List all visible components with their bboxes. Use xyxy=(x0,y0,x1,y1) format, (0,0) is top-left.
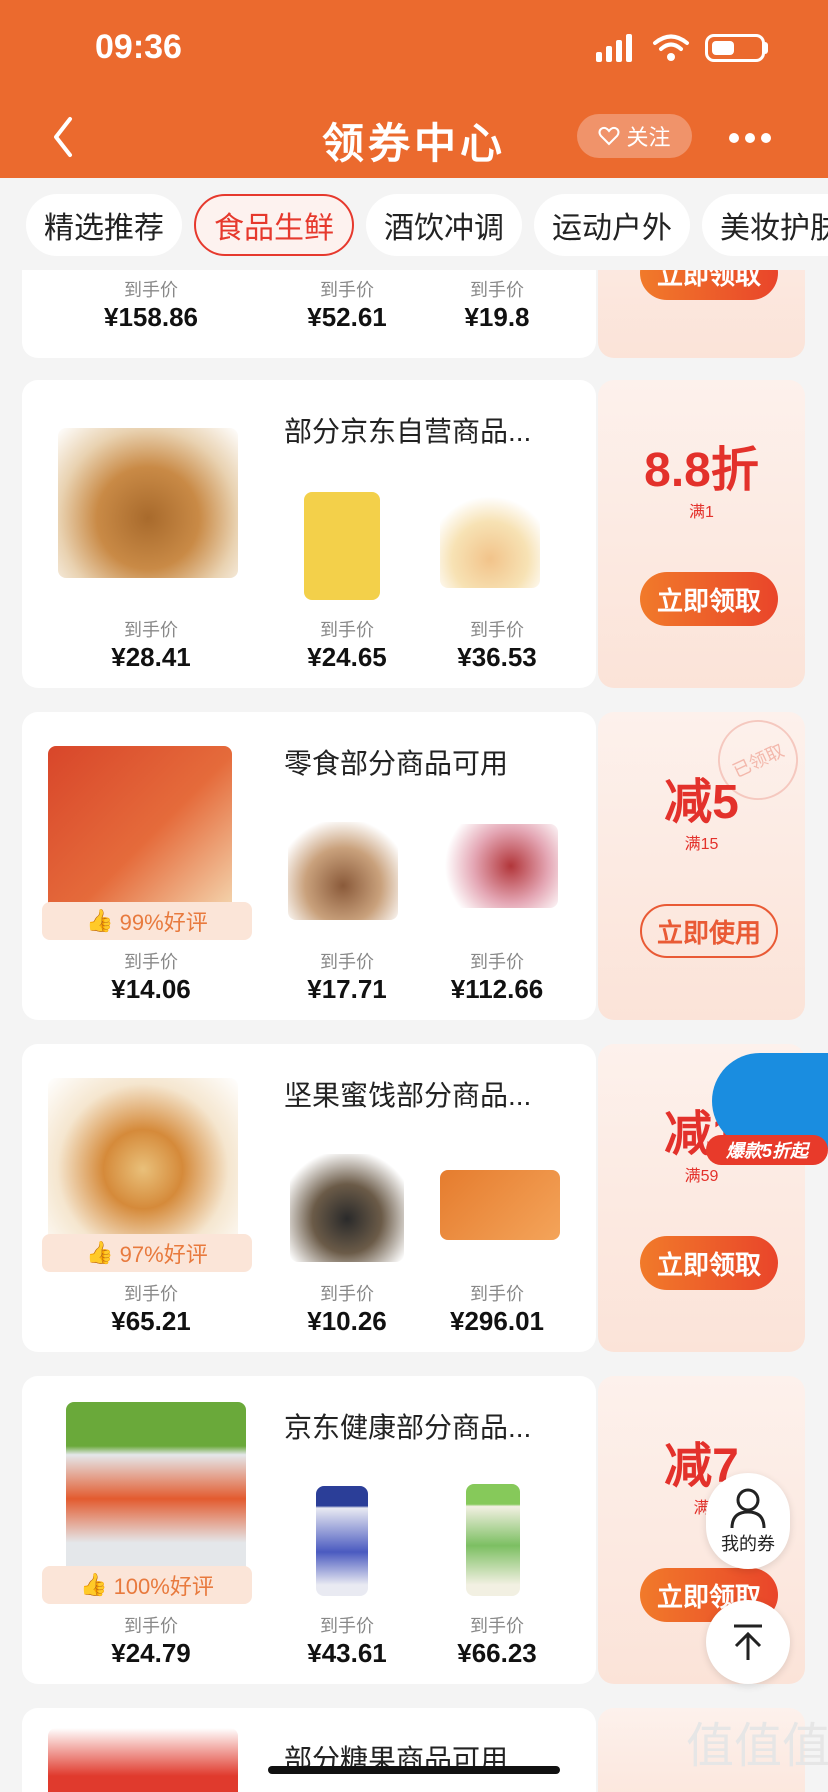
my-coupons-button[interactable]: 我的券 xyxy=(706,1473,790,1569)
rating-text: 99%好评 xyxy=(119,910,208,935)
battery-tip xyxy=(763,42,768,54)
price-value: ¥24.65 xyxy=(307,642,387,672)
heart-plus-icon xyxy=(598,126,620,146)
home-indicator xyxy=(268,1766,560,1774)
price-value: ¥14.06 xyxy=(111,974,191,1004)
follow-label: 关注 xyxy=(626,125,671,150)
use-button[interactable]: 立即使用 xyxy=(640,904,778,958)
price-value: ¥19.8 xyxy=(464,302,530,332)
product-image-crackers[interactable] xyxy=(48,746,232,912)
watermark-logo: 值值值 xyxy=(680,1700,828,1792)
price-label: 到手价 xyxy=(124,280,178,300)
rating-text: 97%好评 xyxy=(119,1242,208,1267)
product-image-eggs[interactable] xyxy=(440,492,540,588)
price-value: ¥10.26 xyxy=(307,1306,387,1336)
my-coupons-label: 我的券 xyxy=(721,1534,775,1554)
price-value: ¥52.61 xyxy=(307,302,387,332)
product-image-mixed-nuts[interactable] xyxy=(48,1078,238,1244)
coupon-title: 坚果蜜饯部分商品... xyxy=(284,1080,532,1111)
price-value: ¥65.21 xyxy=(111,1306,191,1336)
price-label: 到手价 xyxy=(470,280,524,300)
discount-amount: 8.8折 xyxy=(644,444,759,497)
product-image-gift-box[interactable] xyxy=(440,824,558,908)
price-value: ¥112.66 xyxy=(450,974,544,1004)
product-image-bamboo[interactable] xyxy=(304,492,380,600)
price-label: 到手价 xyxy=(470,1616,524,1636)
status-time: 09:36 xyxy=(95,28,182,66)
coupon-card: 👍 99%好评 零食部分商品可用 到手价 ¥14.06 到手价 ¥17.71 到… xyxy=(22,706,812,1020)
price-label: 到手价 xyxy=(320,280,374,300)
tab-drinks[interactable]: 酒饮冲调 xyxy=(366,194,522,256)
price-value: ¥24.79 xyxy=(111,1638,191,1668)
coupon-card: 到手价 ¥158.86 到手价 ¥52.61 到手价 ¥19.8 立即领取 xyxy=(22,270,805,358)
price-label: 到手价 xyxy=(320,620,374,640)
price-value: ¥36.53 xyxy=(457,642,537,672)
price-label: 到手价 xyxy=(124,620,178,640)
rating-text: 100%好评 xyxy=(113,1574,214,1599)
coupon-card: 👍 97%好评 坚果蜜饯部分商品... 到手价 ¥65.21 到手价 ¥10.2… xyxy=(22,1044,805,1352)
price-value: ¥17.71 xyxy=(307,974,387,1004)
tab-sports[interactable]: 运动户外 xyxy=(534,194,690,256)
price-label: 到手价 xyxy=(320,952,374,972)
product-image-candy[interactable] xyxy=(48,1728,238,1792)
category-tabs: 精选推荐 食品生鲜 酒饮冲调 运动户外 美妆护肤 xyxy=(0,178,828,270)
signal-icon xyxy=(596,34,632,62)
price-value: ¥66.23 xyxy=(457,1638,537,1668)
svg-text:值值值: 值值值 xyxy=(686,1718,828,1774)
product-image-sunflower-seeds[interactable] xyxy=(290,1154,404,1262)
coupon-list: 到手价 ¥158.86 到手价 ¥52.61 到手价 ¥19.8 立即领取 部分… xyxy=(0,270,828,1792)
more-icon[interactable] xyxy=(728,132,772,144)
price-label: 到手价 xyxy=(124,1284,178,1304)
price-label: 到手价 xyxy=(124,1616,178,1636)
product-image-supplement-bottles[interactable] xyxy=(66,1402,246,1578)
arrow-up-icon xyxy=(734,1624,762,1660)
product-image-cookies[interactable] xyxy=(288,822,398,920)
user-icon xyxy=(730,1488,766,1529)
claim-button[interactable]: 立即领取 xyxy=(640,572,778,626)
wifi-icon xyxy=(653,34,689,61)
follow-button[interactable]: 关注 xyxy=(577,114,692,158)
rating-badge: 👍 99%好评 xyxy=(42,902,252,940)
discount-amount: 减5 xyxy=(664,776,739,829)
discount-threshold: 满15 xyxy=(684,836,719,853)
status-bar: 09:36 xyxy=(0,0,828,96)
price-label: 到手价 xyxy=(320,1616,374,1636)
price-value: ¥296.01 xyxy=(450,1306,544,1336)
price-value: ¥158.86 xyxy=(104,302,198,332)
price-value: ¥43.61 xyxy=(307,1638,387,1668)
price-value: ¥28.41 xyxy=(111,642,191,672)
promo-label: 爆款5折起 xyxy=(706,1135,828,1165)
tab-featured[interactable]: 精选推荐 xyxy=(26,194,182,256)
product-image-snack-box[interactable] xyxy=(440,1170,560,1240)
coupon-card: 部分京东自营商品... 到手价 ¥28.41 到手价 ¥24.65 到手价 ¥3… xyxy=(22,380,805,688)
coupon-title: 部分京东自营商品... xyxy=(284,416,532,447)
coupon-card: 👍 100%好评 京东健康部分商品... 到手价 ¥24.79 到手价 ¥43.… xyxy=(22,1376,805,1684)
page: { "status": {"time": "09:36"}, "nav": {"… xyxy=(0,0,828,1792)
thumbs-up-icon: 👍 xyxy=(86,1240,114,1265)
coupon-title: 京东健康部分商品... xyxy=(284,1412,532,1443)
tab-food-fresh[interactable]: 食品生鲜 xyxy=(194,194,354,256)
discount-threshold: 满1 xyxy=(689,504,714,521)
product-image-mooncake[interactable] xyxy=(58,428,238,578)
thumbs-up-icon: 👍 xyxy=(86,908,114,933)
coupon-title: 零食部分商品可用 xyxy=(284,748,509,779)
price-label: 到手价 xyxy=(124,952,178,972)
tab-beauty[interactable]: 美妆护肤 xyxy=(702,194,828,256)
claim-button[interactable]: 立即领取 xyxy=(640,1236,778,1290)
battery-icon xyxy=(705,34,765,62)
page-title: 领券中心 xyxy=(321,120,506,167)
product-image-gummy-bottle[interactable] xyxy=(466,1484,520,1596)
floating-promo[interactable]: 爆款5折起 xyxy=(706,1053,828,1171)
back-to-top-button[interactable] xyxy=(706,1600,790,1684)
rating-badge: 👍 97%好评 xyxy=(42,1234,252,1272)
price-label: 到手价 xyxy=(470,620,524,640)
rating-badge: 👍 100%好评 xyxy=(42,1566,252,1604)
product-image-vitamin-bottle[interactable] xyxy=(316,1486,368,1596)
thumbs-up-icon: 👍 xyxy=(80,1572,108,1597)
claim-button[interactable]: 立即领取 xyxy=(640,270,778,300)
price-label: 到手价 xyxy=(470,952,524,972)
price-label: 到手价 xyxy=(320,1284,374,1304)
price-label: 到手价 xyxy=(470,1284,524,1304)
nav-bar: 领券中心 关注 xyxy=(0,96,828,178)
